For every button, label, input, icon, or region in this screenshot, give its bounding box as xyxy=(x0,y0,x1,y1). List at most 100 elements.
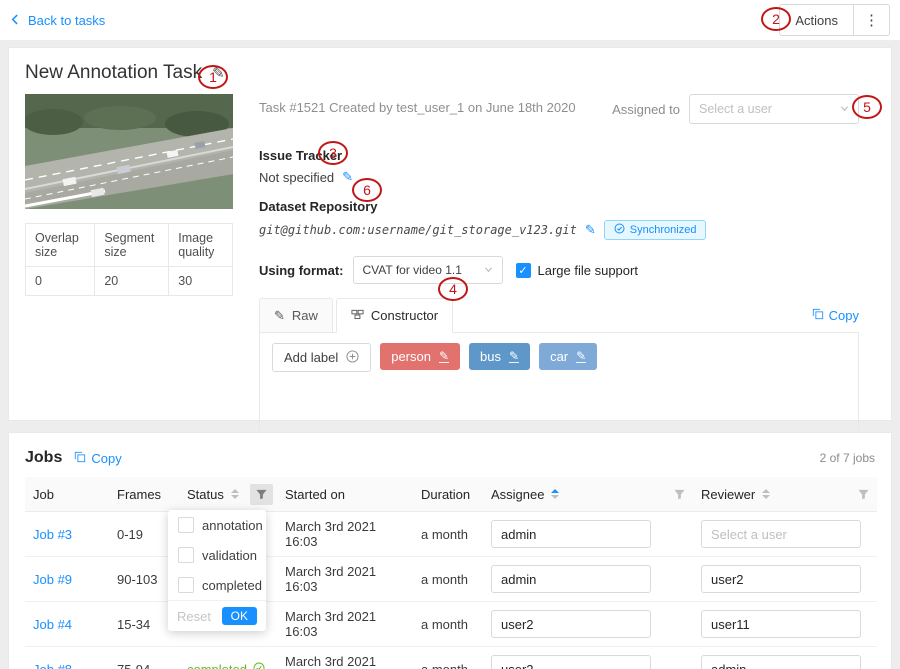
label-name: person xyxy=(391,349,431,364)
assignee-input[interactable]: user2 xyxy=(491,655,651,669)
edit-repository-icon[interactable]: ✎ xyxy=(585,222,596,238)
label-tag-person[interactable]: person ✎ xyxy=(380,343,460,370)
more-menu-icon[interactable]: ⋮ xyxy=(854,5,889,35)
reviewer-input[interactable]: Select a user xyxy=(701,520,861,548)
reviewer-input[interactable]: user2 xyxy=(701,565,861,593)
plus-circle-icon xyxy=(346,350,359,366)
tab-constructor[interactable]: Constructor xyxy=(336,298,453,333)
sort-icons[interactable] xyxy=(231,489,239,499)
frames-value: 90-103 xyxy=(117,572,157,587)
param-value-segment: 20 xyxy=(95,267,169,296)
assignee-value: user2 xyxy=(501,617,534,632)
edit-label-icon[interactable]: ✎ xyxy=(439,350,449,363)
col-started-label: Started on xyxy=(285,487,345,502)
tab-raw[interactable]: ✎ Raw xyxy=(259,298,333,333)
labels-copy-link[interactable]: Copy xyxy=(812,308,859,323)
col-job-label: Job xyxy=(33,487,54,502)
job-row: Job #3 0-19 March 3rd 2021 16:03 a month… xyxy=(25,512,877,557)
assignee-input[interactable]: admin xyxy=(491,565,651,593)
status-completed: completed xyxy=(187,662,269,669)
add-label-text: Add label xyxy=(284,350,338,365)
build-icon xyxy=(351,308,364,324)
job-link[interactable]: Job #9 xyxy=(33,572,72,587)
edit-issue-tracker-icon[interactable]: ✎ xyxy=(342,169,353,185)
filter-option-annotation[interactable]: annotation xyxy=(168,510,266,540)
col-started: Started on xyxy=(277,477,413,512)
duration-value: a month xyxy=(421,572,468,587)
format-select[interactable]: CVAT for video 1.1 xyxy=(353,256,503,284)
label-tag-bus[interactable]: bus ✎ xyxy=(469,343,530,370)
task-meta: Task #1521 Created by test_user_1 on Jun… xyxy=(259,94,576,115)
label-name: bus xyxy=(480,349,501,364)
job-link[interactable]: Job #4 xyxy=(33,617,72,632)
actions-button[interactable]: Actions xyxy=(780,5,854,35)
back-to-tasks-link[interactable]: Back to tasks xyxy=(10,13,105,28)
duration-value: a month xyxy=(421,527,468,542)
param-header-quality: Image quality xyxy=(169,224,233,267)
frames-value: 0-19 xyxy=(117,527,143,542)
col-duration-label: Duration xyxy=(421,487,470,502)
reviewer-placeholder: Select a user xyxy=(711,527,787,542)
started-value: March 3rd 2021 16:03 xyxy=(285,609,376,639)
task-right-column: Task #1521 Created by test_user_1 on Jun… xyxy=(259,94,875,439)
issue-tracker-label: Issue Tracker xyxy=(259,148,859,163)
frames-value: 15-34 xyxy=(117,617,150,632)
assignee-input[interactable]: user2 xyxy=(491,610,651,638)
reviewer-value: admin xyxy=(711,662,746,669)
col-frames-label: Frames xyxy=(117,487,161,502)
reviewer-input[interactable]: user11 xyxy=(701,610,861,638)
using-format-label: Using format: xyxy=(259,263,344,278)
filter-ok-button[interactable]: OK xyxy=(222,607,257,625)
assignee-placeholder: Select a user xyxy=(699,102,772,116)
annotation-marker-2: 2 xyxy=(761,7,791,31)
status-filter-icon[interactable] xyxy=(250,484,273,505)
checkbox-annotation[interactable] xyxy=(178,517,194,533)
task-details-card: New Annotation Task ✎ xyxy=(8,47,892,421)
filter-option-completed[interactable]: completed xyxy=(168,570,266,600)
tab-constructor-label: Constructor xyxy=(371,308,438,323)
col-assignee-label[interactable]: Assignee xyxy=(491,487,544,502)
started-value: March 3rd 2021 16:03 xyxy=(285,564,376,594)
reviewer-value: user11 xyxy=(711,617,750,632)
reviewer-input[interactable]: admin xyxy=(701,655,861,669)
assignee-filter-icon[interactable] xyxy=(674,489,685,500)
sort-icons[interactable] xyxy=(551,489,559,499)
filter-reset-button[interactable]: Reset xyxy=(177,609,211,624)
job-link[interactable]: Job #8 xyxy=(33,662,72,669)
large-file-support-checkbox[interactable]: ✓ xyxy=(516,263,531,278)
started-value: March 3rd 2021 16:03 xyxy=(285,519,376,549)
label-tag-car[interactable]: car ✎ xyxy=(539,343,597,370)
task-title: New Annotation Task xyxy=(25,62,202,84)
filter-option-label: validation xyxy=(202,548,257,563)
param-header-segment: Segment size xyxy=(95,224,169,267)
chevron-down-icon xyxy=(484,263,493,277)
assignee-input[interactable]: admin xyxy=(491,520,651,548)
col-status: Status xyxy=(179,477,277,512)
task-left-column: Overlap size Segment size Image quality … xyxy=(25,94,233,439)
repository-url: git@github.com:username/git_storage_v123… xyxy=(259,223,577,237)
filter-option-label: completed xyxy=(202,578,262,593)
edit-label-icon[interactable]: ✎ xyxy=(576,350,586,363)
sort-icons[interactable] xyxy=(762,489,770,499)
annotation-marker-1: 1 xyxy=(198,65,228,89)
assignee-select[interactable]: Select a user xyxy=(689,94,859,124)
checkbox-completed[interactable] xyxy=(178,577,194,593)
job-row: Job #9 90-103 March 3rd 2021 16:03 a mon… xyxy=(25,557,877,602)
col-status-label[interactable]: Status xyxy=(187,487,224,502)
tab-raw-label: Raw xyxy=(292,308,318,323)
jobs-count: 2 of 7 jobs xyxy=(820,451,875,465)
jobs-copy-link[interactable]: Copy xyxy=(74,451,121,466)
col-reviewer-label[interactable]: Reviewer xyxy=(701,487,755,502)
job-link[interactable]: Job #3 xyxy=(33,527,72,542)
format-value: CVAT for video 1.1 xyxy=(363,263,462,277)
add-label-button[interactable]: Add label xyxy=(272,343,371,372)
filter-option-validation[interactable]: validation xyxy=(168,540,266,570)
checkbox-validation[interactable] xyxy=(178,547,194,563)
reviewer-filter-icon[interactable] xyxy=(858,489,869,500)
jobs-header-row: Job Frames Status Started on Duration xyxy=(25,477,877,512)
col-duration: Duration xyxy=(413,477,483,512)
status-filter-dropdown: annotation validation completed Reset OK xyxy=(168,510,266,631)
edit-label-icon[interactable]: ✎ xyxy=(509,350,519,363)
copy-icon xyxy=(74,451,86,466)
jobs-card: Jobs Copy 2 of 7 jobs Job Frames xyxy=(8,432,892,669)
